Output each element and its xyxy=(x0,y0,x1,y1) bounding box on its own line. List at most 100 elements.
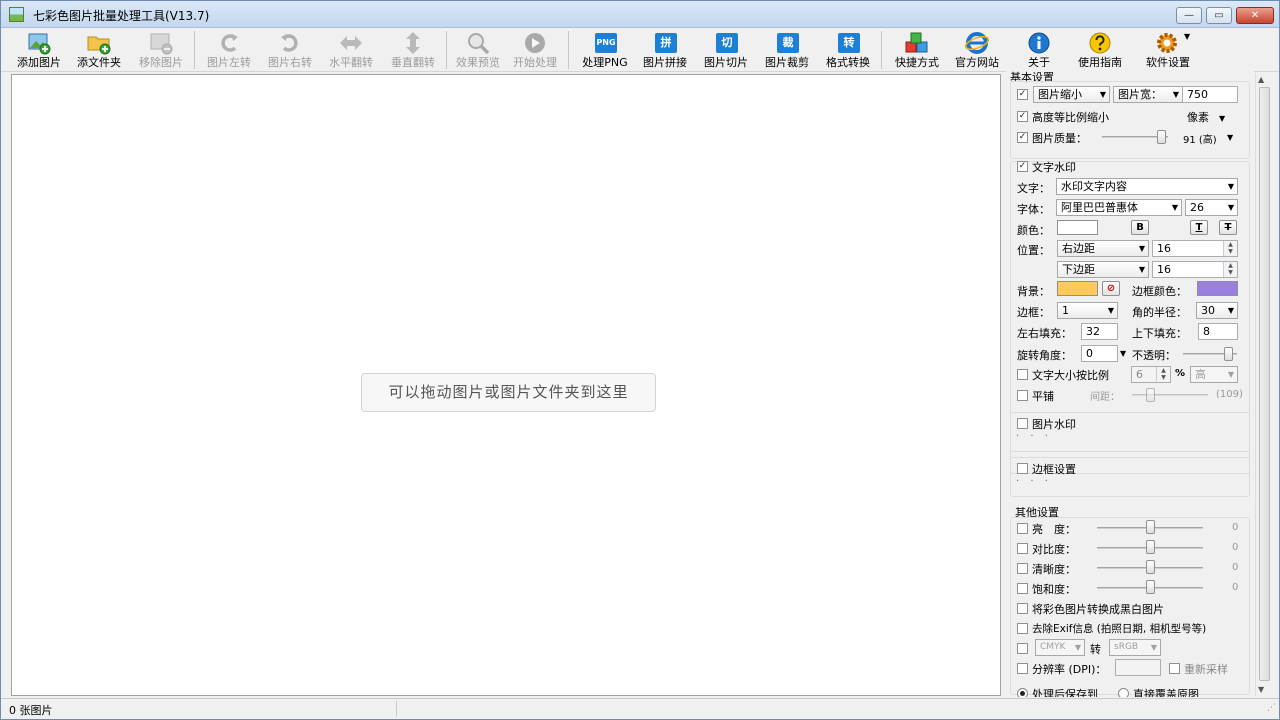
bold-button[interactable]: B xyxy=(1131,220,1149,235)
color-from-select[interactable]: CMYK ▼ xyxy=(1035,639,1085,656)
rotate-right-button[interactable]: 图片右转 xyxy=(260,28,320,72)
sharpness-label: 清晰度： xyxy=(1032,563,1076,576)
grayscale-checkbox[interactable] xyxy=(1017,603,1028,614)
opacity-slider-thumb[interactable] xyxy=(1223,347,1233,361)
window-title: 七彩色图片批量处理工具(V13.7) xyxy=(33,9,210,23)
chevron-down-icon[interactable]: ▼ xyxy=(1120,349,1126,358)
website-button[interactable]: 官方网站 xyxy=(947,28,1007,72)
add-folder-button[interactable]: 添文件夹 xyxy=(69,28,129,72)
padding-tb-input[interactable]: 8 xyxy=(1198,323,1238,340)
resize-value-input[interactable]: 750 xyxy=(1182,86,1238,103)
spacing-slider-thumb[interactable] xyxy=(1146,388,1155,402)
collapsed-indicator[interactable]: · · · xyxy=(1016,431,1052,442)
scroll-up-icon[interactable]: ▲ xyxy=(1258,75,1264,84)
overwrite-radio[interactable] xyxy=(1118,688,1129,697)
resize-checkbox[interactable]: ✓ xyxy=(1017,89,1028,100)
scroll-down-icon[interactable]: ▼ xyxy=(1258,685,1264,694)
font-select[interactable]: 阿里巴巴普惠体 ▼ xyxy=(1056,199,1182,216)
add-images-button[interactable]: 添加图片 xyxy=(9,28,69,72)
resample-checkbox[interactable] xyxy=(1169,663,1180,674)
dpi-input[interactable] xyxy=(1115,659,1161,676)
sharpness-slider-thumb[interactable] xyxy=(1146,560,1155,574)
text-color-swatch[interactable] xyxy=(1057,220,1098,235)
collapsed-indicator[interactable]: · · · xyxy=(1016,476,1052,487)
title-bar[interactable]: 七彩色图片批量处理工具(V13.7) — ▭ ✕ xyxy=(1,1,1279,28)
clear-background-icon[interactable]: ⊘ xyxy=(1102,281,1120,296)
maximize-button[interactable]: ▭ xyxy=(1206,7,1232,24)
close-button[interactable]: ✕ xyxy=(1236,7,1274,24)
radius-select[interactable]: 30 ▼ xyxy=(1196,302,1238,319)
crop-button[interactable]: 裁 图片裁剪 xyxy=(757,28,817,72)
keep-ratio-checkbox[interactable]: ✓ xyxy=(1017,111,1028,122)
underline-button[interactable]: T xyxy=(1190,220,1208,235)
border-settings-checkbox[interactable] xyxy=(1017,463,1028,474)
border-width-select[interactable]: 1 ▼ xyxy=(1057,302,1118,319)
scale-base-select[interactable]: 高 ▼ xyxy=(1190,366,1238,383)
vertical-offset-input[interactable]: 16 ▲ ▼ xyxy=(1152,261,1238,278)
scale-value-input[interactable]: 6 ▲ ▼ xyxy=(1131,366,1171,383)
watermark-text-select[interactable]: 水印文字内容 ▼ xyxy=(1056,178,1238,195)
add-image-icon xyxy=(28,33,51,55)
strikethrough-button[interactable]: T xyxy=(1219,220,1237,235)
font-size-select[interactable]: 26 ▼ xyxy=(1185,199,1238,216)
rotate-left-button[interactable]: 图片左转 xyxy=(199,28,259,72)
cubes-icon xyxy=(905,32,928,53)
flip-horizontal-button[interactable]: 水平翻转 xyxy=(321,28,381,72)
chevron-down-icon[interactable]: ▼ xyxy=(1227,133,1233,142)
resize-dimension-select[interactable]: 图片宽： ▼ xyxy=(1113,86,1183,103)
background-color-swatch[interactable] xyxy=(1057,281,1098,296)
start-button[interactable]: 开始处理 xyxy=(505,28,565,72)
text-watermark-checkbox[interactable]: ✓ xyxy=(1017,161,1028,172)
guide-button[interactable]: 使用指南 xyxy=(1070,28,1130,72)
resize-grip-icon[interactable]: ⋰ xyxy=(1267,703,1276,713)
color-convert-checkbox[interactable] xyxy=(1017,643,1028,654)
contrast-checkbox[interactable] xyxy=(1017,543,1028,554)
status-separator xyxy=(396,701,397,717)
background-label: 背景： xyxy=(1017,285,1050,298)
panel-scrollbar[interactable]: ▲ ▼ xyxy=(1255,73,1271,696)
software-settings-button[interactable]: ▼ 软件设置 xyxy=(1138,28,1198,72)
contrast-slider-thumb[interactable] xyxy=(1146,540,1155,554)
about-button[interactable]: 关于 xyxy=(1009,28,1069,72)
color-to-select[interactable]: sRGB ▼ xyxy=(1109,639,1161,656)
brightness-checkbox[interactable] xyxy=(1017,523,1028,534)
horizontal-anchor-select[interactable]: 右边距 ▼ xyxy=(1057,240,1149,257)
flip-vertical-button[interactable]: 垂直翻转 xyxy=(383,28,443,72)
vertical-anchor-select[interactable]: 下边距 ▼ xyxy=(1057,261,1149,278)
unit-select[interactable]: 像素 ▼ xyxy=(1187,109,1225,125)
image-watermark-checkbox[interactable] xyxy=(1017,418,1028,429)
settings-panel: 基本设置 ✓ 图片缩小 ▼ 图片宽： ▼ 750 ✓ 高度等比例缩小 像素 ▼ ✓ 图… xyxy=(1006,67,1254,697)
padding-lr-input[interactable]: 32 xyxy=(1081,323,1118,340)
dpi-checkbox[interactable] xyxy=(1017,663,1028,674)
resize-mode-select[interactable]: 图片缩小 ▼ xyxy=(1033,86,1110,103)
border-color-swatch[interactable] xyxy=(1197,281,1238,296)
remove-images-button[interactable]: 移除图片 xyxy=(131,28,191,72)
saturation-checkbox[interactable] xyxy=(1017,583,1028,594)
horizontal-offset-input[interactable]: 16 ▲ ▼ xyxy=(1152,240,1238,257)
format-convert-button[interactable]: 转 格式转换 xyxy=(818,28,878,72)
brightness-slider-thumb[interactable] xyxy=(1146,520,1155,534)
stitch-button[interactable]: 拼 图片拼接 xyxy=(635,28,695,72)
rotate-right-label: 图片右转 xyxy=(268,56,312,69)
quality-checkbox[interactable]: ✓ xyxy=(1017,132,1028,143)
slice-button[interactable]: 切 图片切片 xyxy=(696,28,756,72)
minimize-button[interactable]: — xyxy=(1176,7,1202,24)
quality-slider-thumb[interactable] xyxy=(1157,130,1167,144)
scrollbar-thumb[interactable] xyxy=(1259,87,1270,681)
shortcuts-button[interactable]: 快捷方式 xyxy=(887,28,947,72)
strip-exif-checkbox[interactable] xyxy=(1017,623,1028,634)
scale-text-checkbox[interactable] xyxy=(1017,369,1028,380)
play-icon xyxy=(525,33,545,53)
spinner-icon[interactable]: ▲ ▼ xyxy=(1223,262,1237,277)
tile-checkbox[interactable] xyxy=(1017,390,1028,401)
saturation-slider-thumb[interactable] xyxy=(1146,580,1155,594)
spinner-icon[interactable]: ▲ ▼ xyxy=(1223,241,1237,256)
rotate-angle-input[interactable]: 0 xyxy=(1081,345,1118,362)
image-list-area[interactable]: 可以拖动图片或图片文件夹到这里 xyxy=(11,74,1001,696)
process-png-button[interactable]: PNG 处理PNG xyxy=(575,28,635,72)
sharpness-checkbox[interactable] xyxy=(1017,563,1028,574)
preview-button[interactable]: 效果预览 xyxy=(448,28,508,72)
save-to-radio[interactable] xyxy=(1017,688,1028,697)
spinner-icon[interactable]: ▲ ▼ xyxy=(1156,367,1170,382)
spacing-slider-track[interactable] xyxy=(1132,394,1208,396)
